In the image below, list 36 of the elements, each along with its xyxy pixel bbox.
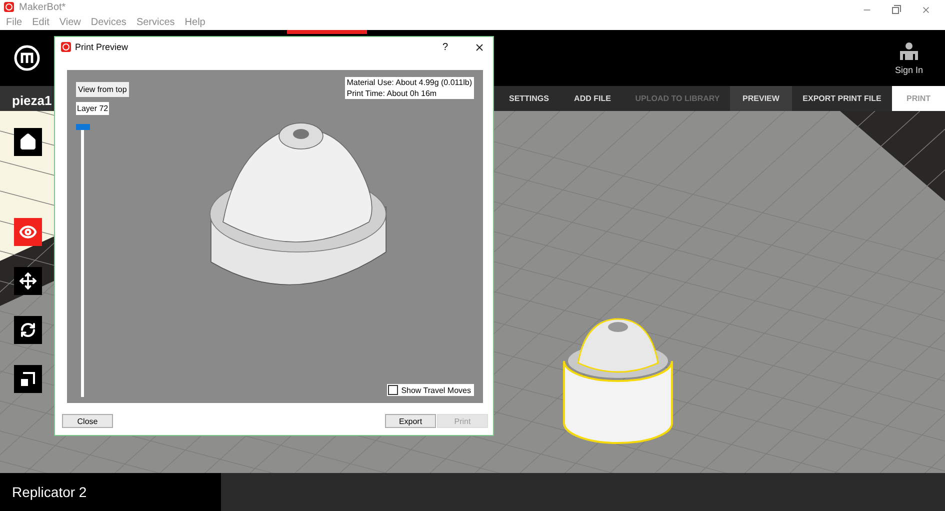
toolbar-tab[interactable]: ADD FILE: [560, 86, 625, 111]
dialog-button[interactable]: Export: [385, 414, 436, 428]
move-icon: [19, 272, 37, 290]
menu-item[interactable]: View: [59, 16, 81, 28]
checkbox[interactable]: [388, 385, 398, 395]
layer-label: Layer 72: [76, 102, 110, 115]
toolbar-tab[interactable]: EXPORT PRINT FILE: [792, 86, 892, 111]
close-icon[interactable]: [474, 42, 485, 52]
dialog-title: Print Preview: [75, 42, 128, 52]
eye-icon: [19, 223, 37, 241]
tool-button[interactable]: [14, 316, 42, 344]
scale-icon: [20, 371, 36, 387]
view-from-top-button[interactable]: View from top: [76, 82, 129, 97]
tool-button[interactable]: [14, 365, 42, 393]
dialog-button[interactable]: Close: [62, 414, 113, 428]
logo-icon: [14, 45, 40, 71]
slider-thumb[interactable]: [76, 124, 90, 130]
rotate-icon: [20, 322, 36, 338]
printer-name[interactable]: Replicator 2: [0, 473, 221, 511]
info-text: Material Use: About 4.99g (0.011lb): [346, 78, 472, 87]
checkbox-label: Show Travel Moves: [401, 386, 471, 394]
travel-moves-checkbox[interactable]: Show Travel Moves: [387, 384, 474, 396]
toolbar-tab[interactable]: SETTINGS: [498, 86, 560, 111]
model-drawing[interactable]: [563, 318, 673, 444]
toolbar-tab[interactable]: PREVIEW: [730, 86, 792, 111]
app-logo-icon: [61, 42, 71, 52]
file-tab[interactable]: pieza1: [0, 86, 52, 111]
sign-in-link[interactable]: Sign In: [894, 64, 923, 74]
tool-button[interactable]: [14, 267, 42, 295]
person-icon[interactable]: [898, 42, 919, 62]
help-button[interactable]: ?: [442, 42, 448, 52]
info-text: Print Time: About 0h 16m: [346, 89, 438, 98]
home-icon: [19, 133, 37, 151]
tool-button[interactable]: [14, 128, 42, 156]
restore-icon[interactable]: [892, 5, 901, 14]
window-title: MakerBot*: [19, 2, 66, 12]
